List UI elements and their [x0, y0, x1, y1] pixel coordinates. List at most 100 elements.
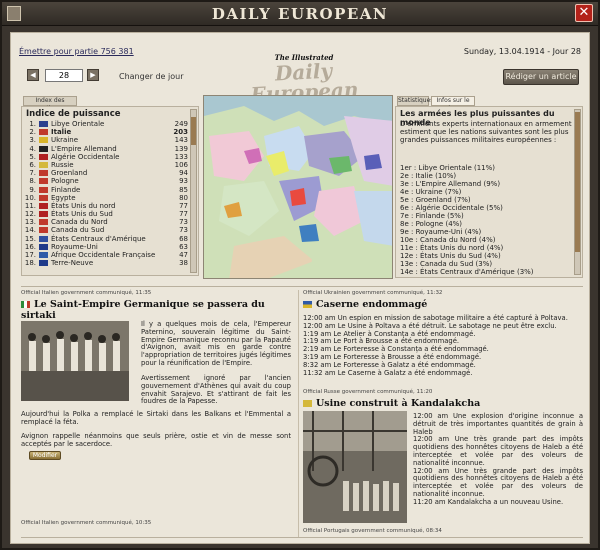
tab-nations-index[interactable]: Index des nations [23, 96, 77, 112]
emit-link[interactable]: Émettre pour partie 756 381 [19, 47, 134, 56]
modify-article-button[interactable]: Modifier [29, 451, 61, 460]
power-score: 139 [174, 144, 188, 153]
flag-icon [39, 137, 48, 144]
rank-number: 13. [24, 218, 36, 227]
power-index-panel: Indice de puissance 1. Libye Orientale 249… [21, 106, 199, 276]
army-rank-row: 12e : États Unis du Sud (4%) [400, 252, 501, 260]
power-score: 85 [179, 185, 188, 194]
army-rank-row: 3e : L'Empire Allemand (9%) [400, 180, 501, 188]
ranking-row[interactable]: 11. États Unis du nord 77 [24, 202, 188, 210]
rank-number: 16. [24, 242, 36, 251]
rank-number: 12. [24, 210, 36, 219]
ukraine-flag-icon [303, 301, 312, 308]
rank-number: 5. [29, 152, 36, 161]
headline-text: Caserne endommagé [316, 299, 428, 310]
army-ranking-panel: Les armées les plus puissantes du monde … [395, 106, 583, 278]
ranking-row[interactable]: 16. Royaume-Uni 63 [24, 243, 188, 251]
flag-icon [39, 186, 48, 193]
flag-icon [39, 219, 48, 226]
scroll-thumb[interactable] [191, 117, 196, 145]
article-source: Official Italien government communiqué, … [21, 520, 152, 526]
article-source: Official Russe government communiqué, 11… [303, 389, 433, 395]
rank-number: 15. [24, 234, 36, 243]
rank-number: 11. [24, 201, 36, 210]
current-date: Sunday, 13.04.1914 - Jour 28 [463, 47, 581, 56]
newspaper-window: DAILY EUROPEAN ✕ Émettre pour partie 756… [0, 0, 600, 550]
rank-number: 17. [24, 251, 36, 259]
nation-name: Ukraine [51, 136, 79, 145]
power-score: 73 [179, 226, 188, 235]
newspaper-logo: The Illustrated Daily European 1914 [229, 53, 379, 113]
article-photo [21, 321, 129, 401]
write-article-button[interactable]: Rédiger un article [503, 69, 579, 85]
rank-number: 9. [29, 185, 36, 194]
italy-flag-icon [21, 301, 30, 308]
rank-number: 3. [29, 136, 36, 145]
flag-icon [39, 227, 48, 234]
ranking-row[interactable]: 10. Egypte 80 [24, 194, 188, 202]
ranking-row[interactable]: 15. États Centraux d'Amérique 68 [24, 235, 188, 243]
rank-number: 4. [29, 144, 36, 153]
article-body: 12:00 am Une explosion d'origine inconnu… [413, 412, 583, 506]
nation-name: Italie [51, 128, 72, 137]
ranking-row[interactable]: 3. Ukraine 143 [24, 136, 188, 144]
article-source: Official Ukrainien government communiqué… [303, 290, 443, 296]
ranking-row[interactable]: 6. Russie 106 [24, 161, 188, 169]
flag-icon [39, 129, 48, 136]
ranking-row[interactable]: 2. Italie 203 [24, 128, 188, 136]
tab-game-info[interactable]: Infos sur le jeu [431, 96, 475, 112]
europe-map[interactable] [203, 95, 393, 279]
ranking-row[interactable]: 8. Pologne 93 [24, 177, 188, 185]
rank-number: 2. [29, 128, 36, 137]
rank-number: 6. [29, 160, 36, 169]
tab-statistics[interactable]: Statistiques [397, 96, 433, 106]
nation-name: Pologne [51, 177, 79, 186]
previous-day-button[interactable]: ◀ [27, 69, 39, 81]
article-body: 12:00 am Un espion en mission de sabotag… [303, 314, 568, 377]
ranking-row[interactable]: 12. États Unis du Sud 77 [24, 210, 188, 218]
flag-icon [39, 243, 48, 250]
army-rank-row: 10e : Canada du Nord (4%) [400, 236, 496, 244]
ranking-row[interactable]: 18. Terre-Neuve 38 [24, 259, 188, 267]
ranking-row[interactable]: 14. Canada du Sud 73 [24, 226, 188, 234]
ranking-row[interactable]: 4. L'Empire Allemand 139 [24, 145, 188, 153]
army-rank-row: 5e : Groenland (7%) [400, 196, 471, 204]
power-score: 80 [179, 193, 188, 202]
nation-name: États Unis du nord [51, 201, 116, 210]
day-input[interactable]: 28 [45, 69, 83, 82]
next-day-button[interactable]: ▶ [87, 69, 99, 81]
ranking-row[interactable]: 9. Finlande 85 [24, 186, 188, 194]
rank-number: 10. [24, 193, 36, 202]
flag-icon [39, 260, 48, 267]
footer-divider [21, 537, 583, 538]
flag-icon [39, 211, 48, 218]
close-button[interactable]: ✕ [575, 4, 593, 22]
dancers-photo [21, 321, 129, 401]
nation-name: Algérie Occidentale [51, 152, 120, 161]
ranking-row[interactable]: 5. Algérie Occidentale 133 [24, 153, 188, 161]
army-rank-row: 11e : États Unis du nord (4%) [400, 244, 504, 252]
army-scrollbar[interactable] [574, 109, 581, 275]
scroll-thumb[interactable] [575, 112, 580, 252]
article-paragraph: Avertissement ignoré par l'ancien gouver… [141, 374, 291, 406]
headline-text: Le Saint-Empire Germanique se passera du… [21, 299, 265, 321]
russia-flag-icon [303, 400, 312, 407]
power-score: 68 [179, 234, 188, 243]
nation-name: Russie [51, 160, 74, 169]
army-rank-row: 1er : Libye Orientale (11%) [400, 164, 496, 172]
ranking-row[interactable]: 7. Groenland 94 [24, 169, 188, 177]
power-index-list: 1. Libye Orientale 249 2. Italie 203 3. Ukraine… [24, 120, 188, 267]
ranking-row[interactable]: 1. Libye Orientale 249 [24, 120, 188, 128]
power-index-scrollbar[interactable] [190, 109, 197, 273]
power-score: 249 [174, 120, 188, 128]
section-divider [21, 286, 583, 287]
army-ranking-intro: D'éminents experts internationaux en arm… [400, 120, 572, 144]
ranking-row[interactable]: 13. Canada du Nord 73 [24, 218, 188, 226]
article-paragraph: Aujourd'hui la Polka a remplacé le Sirta… [21, 410, 291, 426]
rank-number: 18. [24, 259, 36, 268]
ranking-row[interactable]: 17. Afrique Occidentale Française 47 [24, 251, 188, 259]
power-score: 47 [179, 251, 188, 259]
rank-number: 8. [29, 177, 36, 186]
power-score: 38 [179, 259, 188, 268]
article-source: Official Portugais government communiqué… [303, 528, 442, 534]
